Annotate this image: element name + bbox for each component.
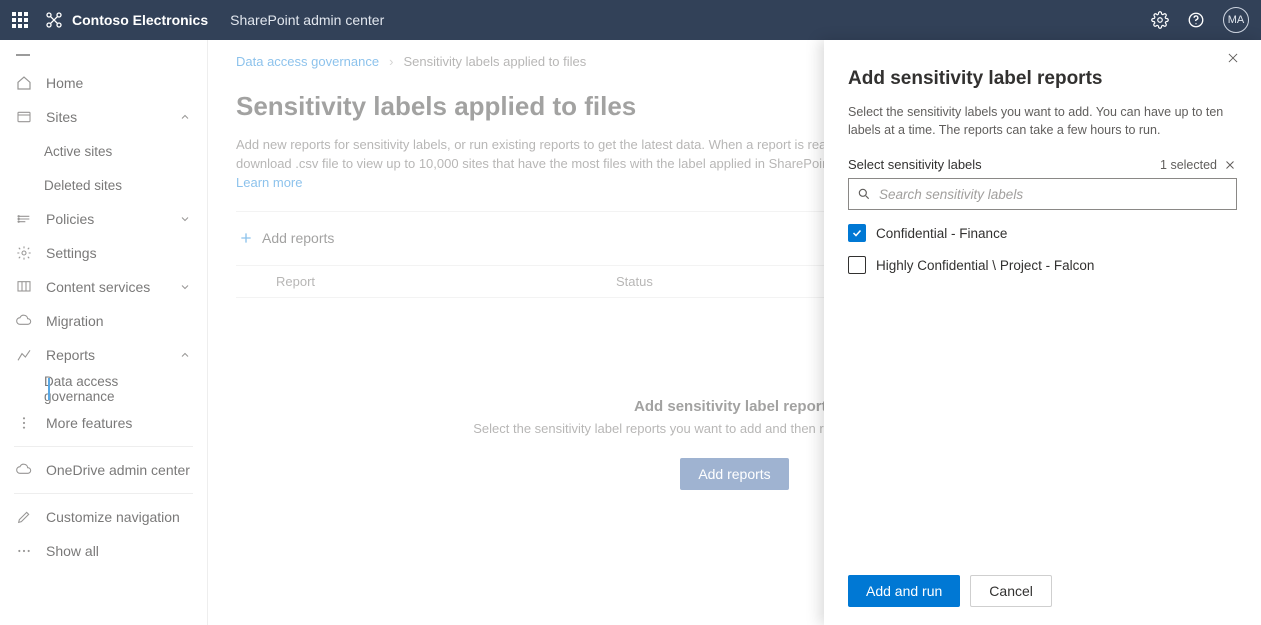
search-labels-input[interactable] — [879, 187, 1228, 202]
nav-label: Active sites — [44, 144, 112, 159]
chevron-right-icon: › — [389, 54, 393, 69]
select-labels-label: Select sensitivity labels — [848, 157, 982, 172]
search-icon — [857, 187, 871, 201]
nav-show-all[interactable]: Show all — [0, 534, 207, 568]
nav-label: Data access governance — [44, 374, 191, 404]
selected-count: 1 selected — [1160, 158, 1217, 172]
nav-label: OneDrive admin center — [46, 462, 190, 478]
cancel-button[interactable]: Cancel — [970, 575, 1052, 607]
search-labels-field[interactable] — [848, 178, 1237, 210]
side-panel: Add sensitivity label reports Select the… — [824, 40, 1261, 625]
nav-data-access-governance[interactable]: Data access governance — [28, 372, 207, 406]
nav-label: Sites — [46, 109, 77, 125]
ellipsis-icon — [16, 543, 32, 559]
account-avatar[interactable]: MA — [1223, 7, 1249, 33]
label-option-text: Highly Confidential \ Project - Falcon — [876, 258, 1094, 273]
nav-separator — [14, 493, 193, 494]
nav-separator — [14, 446, 193, 447]
home-icon — [16, 75, 32, 91]
nav-policies[interactable]: Policies — [0, 202, 207, 236]
nav-migration[interactable]: Migration — [0, 304, 207, 338]
add-and-run-button[interactable]: Add and run — [848, 575, 960, 607]
nav-more-features[interactable]: More features — [0, 406, 207, 440]
panel-close-button[interactable] — [1223, 48, 1243, 68]
nav-onedrive-admin[interactable]: OneDrive admin center — [0, 453, 207, 487]
org-logo-icon — [44, 10, 64, 30]
chevron-up-icon — [179, 349, 191, 361]
chevron-up-icon — [179, 111, 191, 123]
nav-label: Customize navigation — [46, 509, 180, 525]
nav-label: Deleted sites — [44, 178, 122, 193]
clear-selection-button[interactable] — [1223, 158, 1237, 172]
chevron-down-icon — [179, 281, 191, 293]
global-header: Contoso Electronics SharePoint admin cen… — [0, 0, 1261, 40]
label-option-highly-confidential-falcon[interactable]: Highly Confidential \ Project - Falcon — [848, 256, 1237, 274]
gear-icon — [16, 245, 32, 261]
nav-reports[interactable]: Reports — [0, 338, 207, 372]
nav-home[interactable]: Home — [0, 66, 207, 100]
breadcrumb-root[interactable]: Data access governance — [236, 54, 379, 69]
nav-customize[interactable]: Customize navigation — [0, 500, 207, 534]
left-navigation: Home Sites Active sites Deleted sites Po… — [0, 40, 208, 625]
nav-label: Content services — [46, 279, 150, 295]
nav-label: Policies — [46, 211, 94, 227]
board-icon — [16, 279, 32, 295]
nav-label: Home — [46, 75, 83, 91]
plus-icon — [238, 230, 254, 246]
edit-icon — [16, 509, 32, 525]
nav-label: More features — [46, 415, 132, 431]
nav-deleted-sites[interactable]: Deleted sites — [28, 168, 207, 202]
checkbox-unchecked-icon — [848, 256, 866, 274]
nav-label: Migration — [46, 313, 104, 329]
app-launcher-icon[interactable] — [12, 12, 28, 28]
chevron-down-icon — [179, 213, 191, 225]
label-option-text: Confidential - Finance — [876, 226, 1007, 241]
toolbar-button-label: Add reports — [262, 230, 334, 246]
panel-description: Select the sensitivity labels you want t… — [848, 104, 1237, 139]
settings-icon[interactable] — [1151, 11, 1169, 29]
add-reports-toolbar-button[interactable]: Add reports — [236, 226, 336, 250]
column-header-report[interactable]: Report — [276, 274, 616, 289]
nav-settings[interactable]: Settings — [0, 236, 207, 270]
admin-center-title: SharePoint admin center — [230, 12, 384, 28]
nav-label: Settings — [46, 245, 97, 261]
help-icon[interactable] — [1187, 11, 1205, 29]
cloud-icon — [16, 462, 32, 478]
avatar-initials: MA — [1228, 14, 1245, 26]
page-description-text: Add new reports for sensitivity labels, … — [236, 137, 843, 171]
nav-label: Reports — [46, 347, 95, 363]
nav-content-services[interactable]: Content services — [0, 270, 207, 304]
add-reports-button[interactable]: Add reports — [680, 458, 788, 490]
nav-label: Show all — [46, 543, 99, 559]
checkbox-checked-icon — [848, 224, 866, 242]
org-name: Contoso Electronics — [72, 12, 208, 28]
page-description: Add new reports for sensitivity labels, … — [236, 136, 856, 193]
migration-icon — [16, 313, 32, 329]
nav-active-sites[interactable]: Active sites — [28, 134, 207, 168]
label-option-confidential-finance[interactable]: Confidential - Finance — [848, 224, 1237, 242]
reports-icon — [16, 347, 32, 363]
more-icon — [16, 415, 32, 431]
panel-title: Add sensitivity label reports — [848, 68, 1237, 90]
close-icon — [1224, 159, 1236, 171]
globe-icon — [16, 109, 32, 125]
nav-collapse-toggle[interactable] — [0, 48, 207, 66]
column-header-status[interactable]: Status — [616, 274, 816, 289]
nav-sites[interactable]: Sites — [0, 100, 207, 134]
close-icon — [1226, 51, 1240, 65]
policies-icon — [16, 211, 32, 227]
org-logo[interactable]: Contoso Electronics — [44, 10, 208, 30]
learn-more-link[interactable]: Learn more — [236, 175, 302, 190]
breadcrumb-current: Sensitivity labels applied to files — [403, 54, 586, 69]
